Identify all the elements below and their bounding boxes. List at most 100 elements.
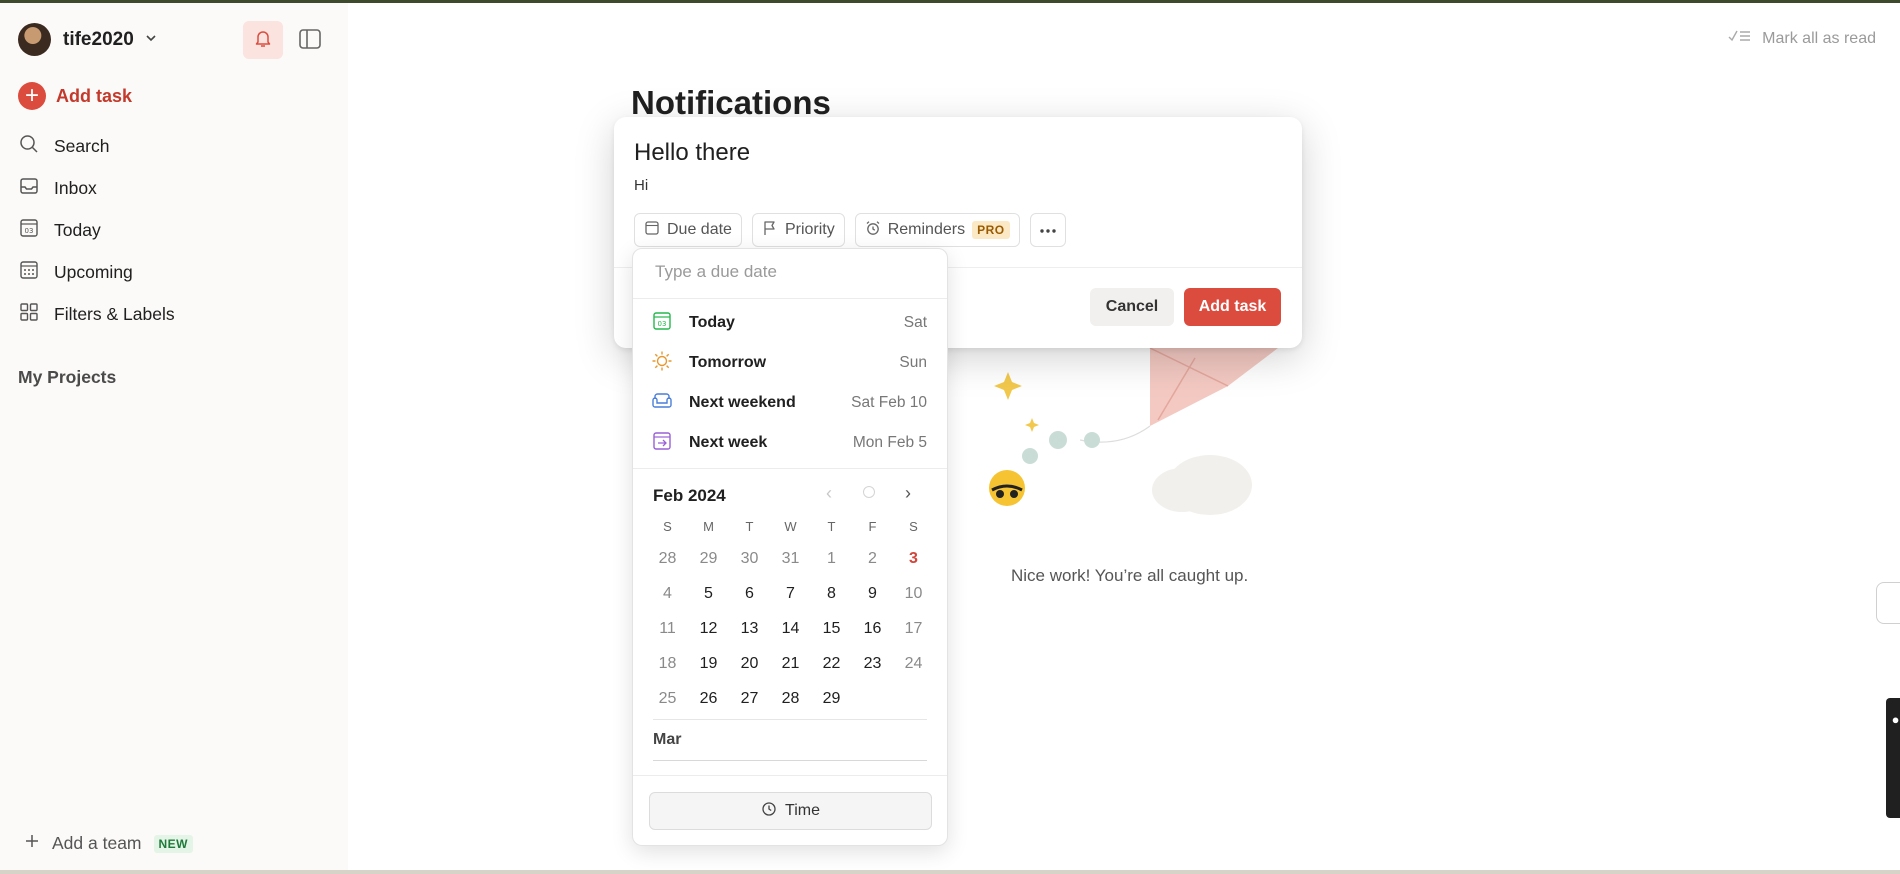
time-button[interactable]: Time xyxy=(649,792,932,830)
calendar-day[interactable]: 16 xyxy=(852,611,893,646)
reminders-label: Reminders xyxy=(887,221,966,238)
calendar-day[interactable]: 11 xyxy=(647,611,688,646)
ellipsis-icon xyxy=(1039,221,1057,239)
calendar-day: 2 xyxy=(868,550,877,567)
calendar-arrow-icon xyxy=(651,430,689,457)
calendar-day: 30 xyxy=(740,550,759,567)
chevron-left-icon[interactable]: ‹ xyxy=(826,483,832,504)
divider xyxy=(633,468,947,469)
svg-text:03: 03 xyxy=(25,227,34,235)
toggle-sidebar-button[interactable] xyxy=(298,28,322,55)
account-menu[interactable]: tife2020 xyxy=(18,23,158,56)
calendar-grid-icon xyxy=(18,259,40,286)
calendar-day[interactable]: 4 xyxy=(647,576,688,611)
username: tife2020 xyxy=(63,28,134,50)
calendar-day[interactable]: 27 xyxy=(729,681,770,716)
calendar-day[interactable]: 5 xyxy=(688,576,729,611)
due-date-input[interactable] xyxy=(653,261,937,283)
extension-widget[interactable] xyxy=(1876,582,1900,624)
weekday-label: F xyxy=(868,519,877,534)
calendar-day[interactable]: 20 xyxy=(729,646,770,681)
suggestion-day: Sun xyxy=(899,354,927,371)
weekday-label: T xyxy=(827,519,836,534)
next-month-label: Mar xyxy=(653,731,682,748)
sidebar-item-label: Upcoming xyxy=(54,261,133,282)
calendar-day[interactable]: 25 xyxy=(647,681,688,716)
sidebar-item-filters-labels[interactable]: Filters & Labels xyxy=(18,293,338,335)
suggestion-day: Sat xyxy=(903,314,927,331)
screencast-extension-tab[interactable]: ● xyxy=(1886,698,1900,818)
sidebar-item-inbox[interactable]: Inbox xyxy=(18,167,338,209)
calendar-day[interactable]: 13 xyxy=(729,611,770,646)
calendar-icon xyxy=(644,220,660,241)
sidebar: tife2020 + Add task Search Inbox 03 Toda… xyxy=(0,3,348,870)
priority-button[interactable]: Priority xyxy=(751,213,845,247)
sidebar-item-upcoming[interactable]: Upcoming xyxy=(18,251,338,293)
calendar-day[interactable]: 15 xyxy=(811,611,852,646)
calendar-day[interactable]: 29 xyxy=(811,681,852,716)
sidebar-item-search[interactable]: Search xyxy=(18,125,338,167)
more-options-button[interactable] xyxy=(1029,213,1066,247)
chevron-right-icon[interactable]: › xyxy=(905,483,911,504)
weekday-label: W xyxy=(784,519,797,534)
add-task-label: Add task xyxy=(56,85,133,106)
calendar-day[interactable]: 19 xyxy=(688,646,729,681)
calendar-day[interactable]: 7 xyxy=(770,576,811,611)
time-label: Time xyxy=(785,802,820,819)
add-team-button[interactable]: Add a team NEW xyxy=(24,833,193,854)
calendar-empty-cell xyxy=(893,681,934,716)
mark-all-read-button[interactable]: Mark all as read xyxy=(1728,28,1876,49)
checklist-icon xyxy=(1728,28,1752,49)
mark-all-read-label: Mark all as read xyxy=(1762,29,1876,47)
suggestion-next-week[interactable]: Next week Mon Feb 5 xyxy=(633,423,947,463)
screencast-label: ● xyxy=(1888,712,1900,727)
suggestion-label: Today xyxy=(689,314,735,331)
date-suggestions: 03 Today Sat Tomorrow Sun Next weekend S… xyxy=(633,303,947,463)
suggestion-today[interactable]: 03 Today Sat xyxy=(633,303,947,343)
calendar-day: 28 xyxy=(658,550,677,567)
calendar-empty-cell xyxy=(852,681,893,716)
calendar-day[interactable]: 8 xyxy=(811,576,852,611)
my-projects-heading[interactable]: My Projects xyxy=(18,367,116,388)
calendar-day[interactable]: 6 xyxy=(729,576,770,611)
reminders-button[interactable]: Reminders PRO xyxy=(854,213,1020,247)
calendar-day[interactable]: 21 xyxy=(770,646,811,681)
suggestion-label: Tomorrow xyxy=(689,354,767,371)
task-description-input[interactable]: Hi xyxy=(634,177,648,194)
calendar-day[interactable]: 12 xyxy=(688,611,729,646)
add-task-button[interactable]: + Add task xyxy=(18,82,132,110)
notifications-button[interactable] xyxy=(243,21,283,59)
task-name-input[interactable]: Hello there xyxy=(634,139,750,167)
calendar-day[interactable]: 10 xyxy=(893,576,934,611)
calendar-day[interactable]: 9 xyxy=(852,576,893,611)
sidebar-nav: Search Inbox 03 Today Upcoming Filters &… xyxy=(18,125,338,335)
suggestion-day: Mon Feb 5 xyxy=(852,434,927,451)
calendar-day[interactable]: 22 xyxy=(811,646,852,681)
bell-icon xyxy=(252,27,274,54)
calendar-day-today[interactable]: 3 xyxy=(893,541,934,576)
flag-icon xyxy=(762,220,778,241)
calendar-today-icon: 03 xyxy=(651,310,689,337)
calendar-day[interactable]: 18 xyxy=(647,646,688,681)
sidebar-item-today[interactable]: 03 Today xyxy=(18,209,338,251)
calendar-day[interactable]: 14 xyxy=(770,611,811,646)
suggestion-label: Next weekend xyxy=(689,394,796,411)
plus-circle-icon: + xyxy=(18,82,46,110)
window-bottom-border xyxy=(0,870,1900,874)
due-date-button[interactable]: Due date xyxy=(634,213,742,247)
calendar-day[interactable]: 28 xyxy=(770,681,811,716)
submit-add-task-button[interactable]: Add task xyxy=(1184,288,1281,326)
suggestion-tomorrow[interactable]: Tomorrow Sun xyxy=(633,343,947,383)
suggestion-label: Next week xyxy=(689,434,768,451)
divider xyxy=(633,775,947,776)
current-month-button[interactable] xyxy=(863,486,875,498)
calendar-day[interactable]: 24 xyxy=(893,646,934,681)
divider xyxy=(633,298,947,299)
calendar-day[interactable]: 26 xyxy=(688,681,729,716)
pro-badge: PRO xyxy=(972,221,1010,239)
calendar-day[interactable]: 17 xyxy=(893,611,934,646)
calendar-day[interactable]: 23 xyxy=(852,646,893,681)
cancel-button[interactable]: Cancel xyxy=(1090,288,1174,326)
suggestion-next-weekend[interactable]: Next weekend Sat Feb 10 xyxy=(633,383,947,423)
calendar-day: 29 xyxy=(699,550,718,567)
